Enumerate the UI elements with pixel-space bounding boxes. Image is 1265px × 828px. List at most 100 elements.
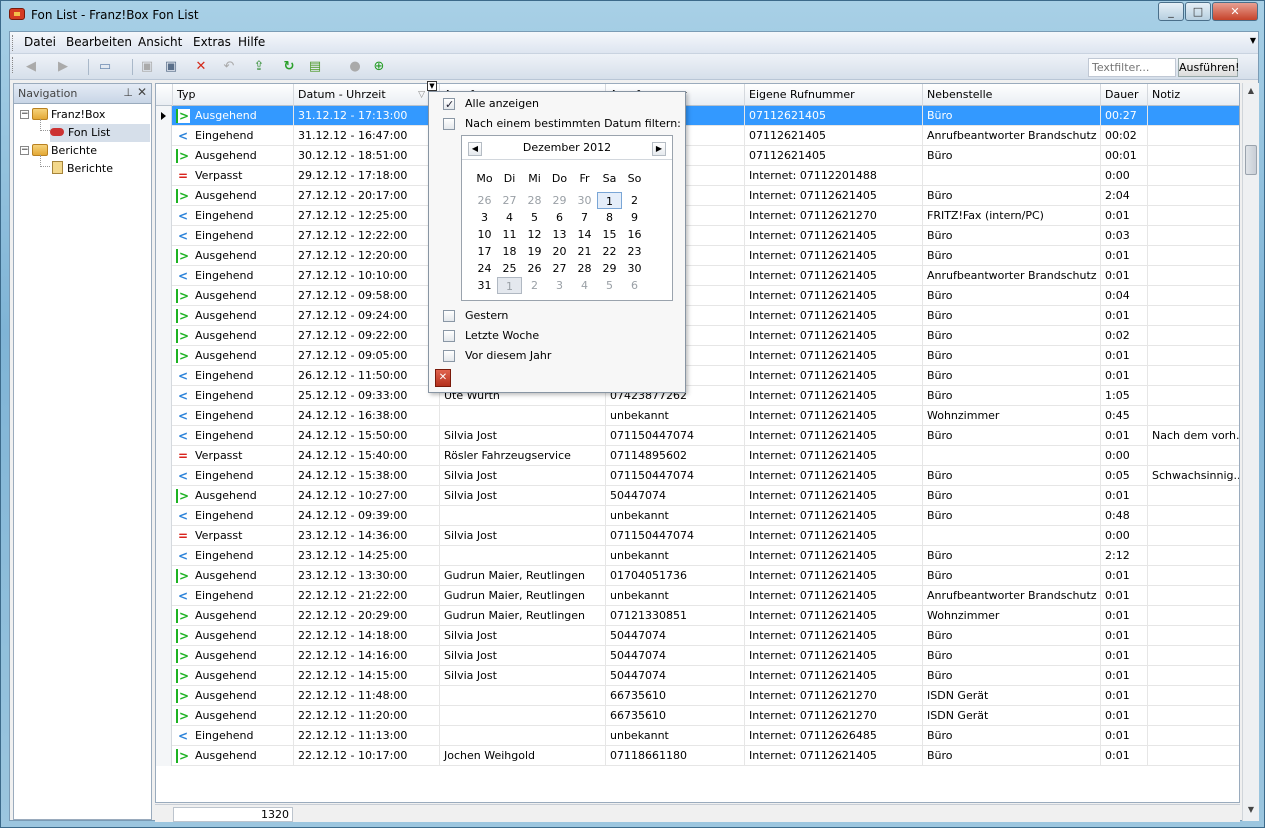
calendar-day[interactable]: 18: [497, 243, 522, 260]
save-icon[interactable]: ▣: [138, 58, 156, 76]
calendar-day[interactable]: 1: [597, 192, 622, 209]
new-document-icon[interactable]: ▭: [96, 58, 114, 76]
calendar-day[interactable]: 12: [522, 226, 547, 243]
checkbox-last-week[interactable]: [443, 330, 455, 342]
calendar-day[interactable]: 9: [622, 209, 647, 226]
calendar-day[interactable]: 17: [472, 243, 497, 260]
column-notiz[interactable]: Notiz: [1148, 84, 1239, 106]
calendar-day[interactable]: 15: [597, 226, 622, 243]
close-panel-icon[interactable]: ✕: [137, 85, 147, 99]
calendar-day[interactable]: 22: [597, 243, 622, 260]
calendar-day[interactable]: 23: [622, 243, 647, 260]
table-row[interactable]: Eingehend <23.12.12 - 14:25:00 unbekannt In…: [156, 546, 1239, 566]
add-icon[interactable]: ⊕: [370, 58, 388, 76]
calendar-day[interactable]: 26: [522, 260, 547, 277]
table-row[interactable]: Eingehend <24.12.12 - 16:38:00 unbekannt In…: [156, 406, 1239, 426]
close-button[interactable]: ✕: [1212, 2, 1258, 21]
column-nebenstelle[interactable]: Nebenstelle: [923, 84, 1101, 106]
table-row[interactable]: Eingehend <27.12.12 - 10:10:00 Internet: 0…: [156, 266, 1239, 286]
scroll-down-icon[interactable]: ▼: [1244, 803, 1258, 817]
text-filter-input[interactable]: [1088, 58, 1176, 77]
calendar-day[interactable]: 28: [572, 260, 597, 277]
table-row[interactable]: Ausgehend >27.12.12 - 09:22:00 Internet: 0…: [156, 326, 1239, 346]
table-row[interactable]: Eingehend <26.12.12 - 11:50:00 Internet: 0…: [156, 366, 1239, 386]
table-row[interactable]: Ausgehend >22.12.12 - 10:17:00 Jochen Weih…: [156, 746, 1239, 766]
menu-ansicht[interactable]: Ansicht: [136, 35, 184, 49]
calendar-day[interactable]: 1: [497, 277, 522, 294]
table-row[interactable]: Ausgehend >24.12.12 - 10:27:00 Silvia Jost…: [156, 486, 1239, 506]
prev-month-icon[interactable]: ◀: [468, 142, 482, 156]
table-row[interactable]: Ausgehend >22.12.12 - 11:48:00 66735610 Int…: [156, 686, 1239, 706]
calendar-day[interactable]: 20: [547, 243, 572, 260]
table-row[interactable]: Eingehend <25.12.12 - 09:33:00 Ute Würth 07…: [156, 386, 1239, 406]
table-row[interactable]: Verpasst = 23.12.12 - 14:36:00 Silvia Jost 0…: [156, 526, 1239, 546]
next-month-icon[interactable]: ▶: [652, 142, 666, 156]
table-row[interactable]: Ausgehend >22.12.12 - 14:18:00 Silvia Jost…: [156, 626, 1239, 646]
table-row[interactable]: Eingehend <24.12.12 - 09:39:00 unbekannt In…: [156, 506, 1239, 526]
table-row[interactable]: Ausgehend >27.12.12 - 20:17:00 Internet: 0…: [156, 186, 1239, 206]
table-row[interactable]: Ausgehend >31.12.12 - 17:13:00 07112621405…: [156, 106, 1239, 126]
calendar-day[interactable]: 2: [522, 277, 547, 294]
delete-icon[interactable]: ✕: [192, 58, 210, 76]
calendar-day[interactable]: 3: [547, 277, 572, 294]
table-row[interactable]: Ausgehend >22.12.12 - 14:15:00 Silvia Jost…: [156, 666, 1239, 686]
table-row[interactable]: Ausgehend >22.12.12 - 14:16:00 Silvia Jost…: [156, 646, 1239, 666]
menu-overflow-icon[interactable]: ▼: [1250, 36, 1256, 45]
undo-icon[interactable]: ↶: [220, 58, 238, 76]
forward-icon[interactable]: ▶: [54, 58, 72, 76]
menu-hilfe[interactable]: Hilfe: [236, 35, 267, 49]
calendar-day[interactable]: 27: [547, 260, 572, 277]
table-row[interactable]: Verpasst = 24.12.12 - 15:40:00 Rösler Fahrz…: [156, 446, 1239, 466]
calendar-day[interactable]: 19: [522, 243, 547, 260]
table-row[interactable]: Eingehend <24.12.12 - 15:38:00 Silvia Jost…: [156, 466, 1239, 486]
table-row[interactable]: Eingehend <31.12.12 - 16:47:00 07112621405…: [156, 126, 1239, 146]
column-filter-icon[interactable]: ▼: [427, 81, 437, 91]
table-row[interactable]: Ausgehend >23.12.12 - 13:30:00 Gudrun Maie…: [156, 566, 1239, 586]
calendar-day[interactable]: 7: [572, 209, 597, 226]
save-delete-icon[interactable]: ▣: [162, 58, 180, 76]
table-row[interactable]: Eingehend <22.12.12 - 11:13:00 unbekannt In…: [156, 726, 1239, 746]
calendar-day[interactable]: 13: [547, 226, 572, 243]
calendar-day[interactable]: 28: [522, 192, 547, 209]
tree-node-franzbox[interactable]: Franz!Box: [32, 106, 105, 124]
export-icon[interactable]: ⇪: [250, 58, 268, 76]
calendar-day[interactable]: 8: [597, 209, 622, 226]
scroll-thumb[interactable]: [1245, 145, 1257, 175]
maximize-button[interactable]: □: [1185, 2, 1211, 21]
refresh-icon[interactable]: ↻: [280, 58, 298, 76]
tree-node-berichte[interactable]: Berichte: [32, 142, 97, 160]
up-icon[interactable]: ●: [346, 58, 364, 76]
calendar-day[interactable]: 31: [472, 277, 497, 294]
checkbox-yesterday[interactable]: [443, 310, 455, 322]
calendar-day[interactable]: 27: [497, 192, 522, 209]
scroll-up-icon[interactable]: ▲: [1244, 84, 1258, 98]
minimize-button[interactable]: _: [1158, 2, 1184, 21]
calendar-day[interactable]: 4: [572, 277, 597, 294]
back-icon[interactable]: ◀: [22, 58, 40, 76]
tree-node-fon-list[interactable]: Fon List: [50, 124, 150, 142]
table-row[interactable]: Eingehend <27.12.12 - 12:22:00 Internet: 0…: [156, 226, 1239, 246]
calendar-day[interactable]: 16: [622, 226, 647, 243]
table-row[interactable]: Ausgehend >27.12.12 - 09:24:00 Internet: 0…: [156, 306, 1239, 326]
menu-extras[interactable]: Extras: [191, 35, 233, 49]
calendar-day[interactable]: 5: [597, 277, 622, 294]
table-row[interactable]: Ausgehend >27.12.12 - 09:05:00 Internet: 0…: [156, 346, 1239, 366]
table-row[interactable]: Eingehend <27.12.12 - 12:25:00 Internet: 0…: [156, 206, 1239, 226]
close-filter-icon[interactable]: ✕: [435, 369, 451, 387]
calendar-day[interactable]: 5: [522, 209, 547, 226]
tree-node-berichte-child[interactable]: Berichte: [52, 160, 113, 178]
run-filter-button[interactable]: Ausführen!: [1178, 58, 1239, 77]
vertical-scrollbar[interactable]: ▲ ▼: [1242, 83, 1259, 821]
checkbox-specific-date[interactable]: [443, 118, 455, 130]
table-row[interactable]: Ausgehend >22.12.12 - 20:29:00 Gudrun Maie…: [156, 606, 1239, 626]
calendar-day[interactable]: 25: [497, 260, 522, 277]
table-row[interactable]: Verpasst = 29.12.12 - 17:18:00 Internet: 07…: [156, 166, 1239, 186]
menu-datei[interactable]: Datei: [22, 35, 58, 49]
tree-collapse-icon[interactable]: −: [20, 110, 29, 119]
calendar-day[interactable]: 30: [572, 192, 597, 209]
column-typ[interactable]: Typ: [173, 84, 294, 106]
column-dauer[interactable]: Dauer: [1101, 84, 1148, 106]
tree-collapse-icon[interactable]: −: [20, 146, 29, 155]
import-icon[interactable]: ▤: [306, 58, 324, 76]
checkbox-show-all[interactable]: [443, 96, 455, 114]
